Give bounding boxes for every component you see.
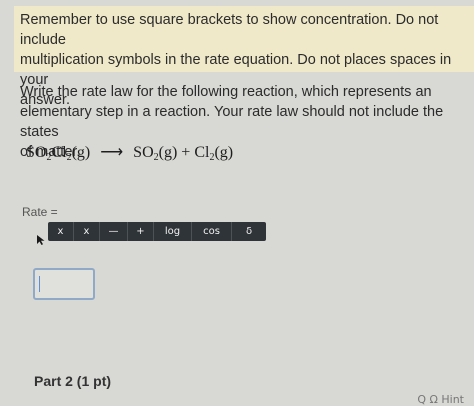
rate-label: Rate =: [22, 205, 58, 219]
product-cl2: Cl2(g): [194, 144, 234, 163]
instruction-notice: Remember to use square brackets to show …: [14, 6, 474, 108]
delta-button[interactable]: δ: [232, 222, 266, 241]
fraction-button[interactable]: —: [100, 222, 128, 241]
part-2-heading: Part 2 (1 pt): [34, 373, 112, 389]
subscript-button[interactable]: x: [74, 222, 100, 241]
superscript-button[interactable]: x: [48, 222, 74, 241]
cos-button[interactable]: cos: [192, 222, 232, 241]
reaction-equation: SO2Cl2(g) ⟶ SO2(g) + Cl2(g): [26, 142, 233, 163]
math-toolbar: x x — + log cos δ: [48, 222, 266, 241]
reaction-arrow: ⟶: [100, 144, 124, 161]
notice-line-1: Remember to use square brackets to show …: [20, 12, 439, 48]
reactant-so2cl2: SO2Cl2(g): [26, 144, 91, 163]
question-line-1: Write the rate law for the following rea…: [20, 84, 432, 100]
log-button[interactable]: log: [154, 222, 192, 241]
rate-answer-input[interactable]: [33, 268, 95, 300]
plus-button[interactable]: +: [128, 222, 154, 241]
text-caret: [39, 276, 40, 292]
product-so2: SO2(g): [133, 144, 178, 163]
question-line-2: elementary step in a reaction. Your rate…: [20, 104, 444, 140]
plus-sign: +: [181, 144, 191, 161]
footer-partial-text[interactable]: Q Ω Hint: [417, 393, 464, 406]
mouse-pointer-icon: [37, 235, 45, 245]
